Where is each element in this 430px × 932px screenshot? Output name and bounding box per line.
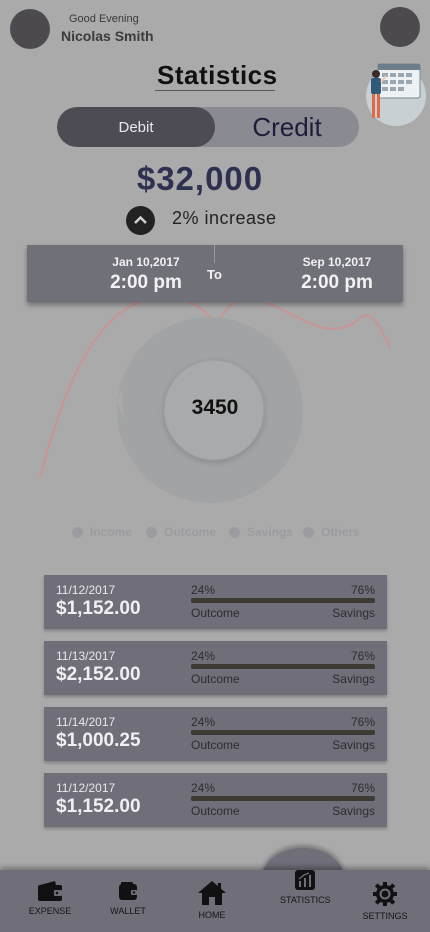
profile-avatar[interactable]	[380, 7, 420, 47]
chevron-up-icon	[126, 206, 155, 235]
split-progress-fill	[191, 664, 236, 669]
savings-label: Savings	[332, 606, 375, 620]
nav-wallet[interactable]: WALLET	[106, 880, 150, 916]
legend-dot	[146, 526, 157, 538]
nav-label: STATISTICS	[280, 895, 331, 905]
savings-percent: 76%	[350, 583, 375, 597]
legend-dot	[229, 526, 240, 538]
legend-outcome[interactable]: Outcome	[146, 525, 216, 539]
title-underline	[155, 90, 275, 91]
legend-savings[interactable]: Savings	[229, 525, 293, 539]
savings-label: Savings	[332, 738, 375, 752]
debit-credit-toggle: Debit Credit	[57, 107, 359, 147]
start-date: Jan 10,2017	[112, 255, 180, 269]
donut-center-value: 3450	[191, 396, 239, 419]
split-progress-fill	[191, 598, 236, 603]
legend-income[interactable]: Income	[72, 525, 132, 539]
wallet-icon	[38, 881, 62, 901]
legend-others[interactable]: Others	[303, 525, 360, 539]
split-progress-fill	[191, 796, 236, 801]
transaction-date: 11/12/2017	[56, 583, 116, 597]
split-progress-bar	[191, 796, 375, 801]
legend-label: Income	[90, 525, 133, 539]
calendar-illustration	[366, 63, 426, 126]
home-icon	[198, 881, 226, 905]
outcome-percent: 24%	[191, 781, 216, 795]
transaction-amount: $1,000.25	[56, 730, 141, 751]
split-progress-bar	[191, 730, 375, 735]
savings-percent: 76%	[350, 649, 375, 663]
legend-dot	[72, 526, 83, 538]
range-separator: To	[207, 267, 222, 282]
page-title: Statistics	[157, 60, 278, 90]
savings-label: Savings	[332, 672, 375, 686]
legend-label: Outcome	[164, 525, 217, 539]
date-range-card[interactable]: Jan 10,2017 2:00 pm To Sep 10,2017 2:00 …	[27, 245, 403, 302]
gear-icon	[373, 882, 397, 906]
outcome-label: Outcome	[191, 738, 240, 752]
split-progress-fill	[191, 730, 236, 735]
nav-statistics[interactable]: STATISTICS	[280, 869, 331, 905]
outcome-percent: 24%	[191, 649, 216, 663]
outcome-label: Outcome	[191, 804, 240, 818]
transaction-amount: $1,152.00	[56, 598, 141, 619]
transaction-amount: $1,152.00	[56, 796, 141, 817]
legend-label: Others	[321, 525, 360, 539]
split-progress-bar	[191, 598, 375, 603]
savings-percent: 76%	[350, 781, 375, 795]
total-amount: $32,000	[136, 160, 264, 197]
split-progress-bar	[191, 664, 375, 669]
nav-expense[interactable]: EXPENSE	[28, 880, 72, 916]
transaction-card[interactable]: 11/13/2017 $2,152.00 24% 76% Outcome Sav…	[44, 641, 387, 695]
trend-text: 2% increase	[172, 208, 277, 228]
outcome-percent: 24%	[191, 583, 216, 597]
outcome-percent: 24%	[191, 715, 216, 729]
nav-settings[interactable]: SETTINGS	[362, 881, 408, 921]
transaction-date: 11/13/2017	[56, 649, 116, 663]
outcome-label: Outcome	[191, 672, 240, 686]
nav-label: EXPENSE	[28, 906, 72, 916]
legend-dot	[303, 526, 314, 538]
transaction-card[interactable]: 11/14/2017 $1,000.25 24% 76% Outcome Sav…	[44, 707, 387, 761]
transaction-card[interactable]: 11/12/2017 $1,152.00 24% 76% Outcome Sav…	[44, 773, 387, 827]
end-time: 2:00 pm	[301, 272, 373, 293]
savings-label: Savings	[332, 804, 375, 818]
avatar[interactable]	[10, 9, 50, 49]
statistics-icon	[295, 870, 315, 890]
user-name: Nicolas Smith	[61, 28, 154, 44]
nav-home[interactable]: HOME	[190, 880, 234, 920]
nav-label: SETTINGS	[362, 911, 408, 921]
savings-percent: 76%	[350, 715, 375, 729]
nav-label: HOME	[198, 910, 226, 920]
start-time: 2:00 pm	[110, 272, 182, 293]
outcome-label: Outcome	[191, 606, 240, 620]
nav-label: WALLET	[110, 906, 146, 916]
transaction-date: 11/12/2017	[56, 781, 116, 795]
transaction-amount: $2,152.00	[56, 664, 141, 685]
end-date: Sep 10,2017	[302, 255, 372, 269]
transaction-card[interactable]: 11/12/2017 $1,152.00 24% 76% Outcome Sav…	[44, 575, 387, 629]
wallet-card-icon	[119, 882, 137, 900]
tab-debit[interactable]: Debit	[57, 107, 215, 147]
tab-credit[interactable]: Credit	[215, 107, 359, 147]
greeting-text: Good Evening	[69, 13, 139, 25]
legend-label: Savings	[247, 525, 294, 539]
transaction-date: 11/14/2017	[56, 715, 116, 729]
